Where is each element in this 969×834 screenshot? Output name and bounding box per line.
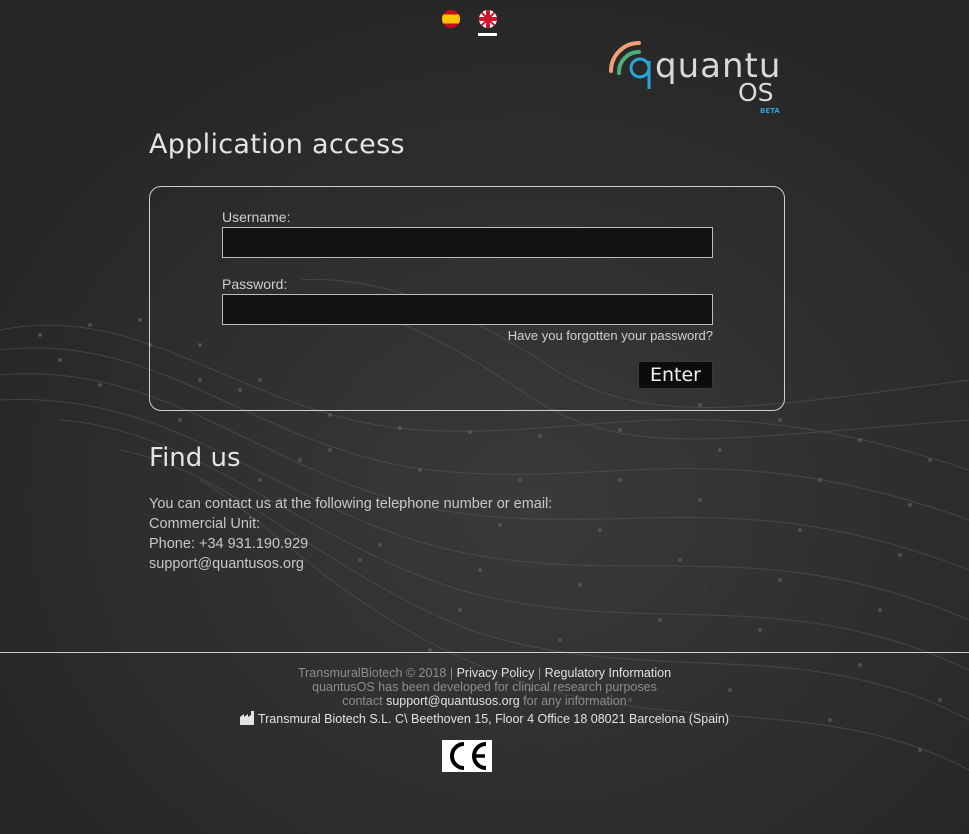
footer-copyright: TransmuralBiotech © 2018 | [297, 666, 454, 680]
factory-icon [239, 711, 255, 728]
regulatory-information-link[interactable]: Regulatory Information [545, 666, 671, 680]
footer-contact-prefix: contact [342, 694, 383, 708]
footer-divider [0, 652, 969, 653]
contact-email: support@quantusos.org [149, 556, 304, 572]
uk-flag-icon[interactable] [479, 10, 497, 28]
company-address: Transmural Biotech S.L. C\ Beethoven 15,… [257, 712, 730, 726]
spain-flag-icon[interactable] [442, 10, 460, 28]
username-input[interactable] [222, 227, 713, 258]
contact-intro: You can contact us at the following tele… [149, 496, 553, 512]
username-label: Username: [222, 209, 291, 225]
password-input[interactable] [222, 294, 713, 325]
privacy-policy-link[interactable]: Privacy Policy [457, 666, 535, 680]
active-language-indicator [478, 33, 497, 36]
quantus-os-logo: quantus OS BETA [608, 35, 799, 117]
contact-phone: Phone: +34 931.190.929 [149, 536, 309, 552]
login-form: Username: Password: Have you forgotten y… [149, 186, 785, 411]
page-title: Application access [149, 129, 405, 160]
contact-info: You can contact us at the following tele… [149, 494, 609, 574]
password-label: Password: [222, 276, 288, 292]
logo-os-suffix: OS [738, 78, 774, 107]
footer: TransmuralBiotech © 2018 | Privacy Polic… [0, 666, 969, 728]
find-us-heading: Find us [149, 443, 241, 473]
logo-beta-badge: BETA [760, 107, 780, 115]
footer-developed-note: quantusOS has been developed for clinica… [312, 680, 657, 694]
enter-button[interactable]: Enter [638, 361, 713, 389]
footer-contact-email-link[interactable]: support@quantusos.org [386, 694, 520, 708]
contact-unit: Commercial Unit: [149, 516, 261, 532]
footer-contact-suffix: for any information [523, 694, 627, 708]
forgot-password-link[interactable]: Have you forgotten your password? [508, 328, 713, 343]
footer-separator: | [537, 666, 542, 680]
ce-mark-icon [442, 740, 492, 772]
